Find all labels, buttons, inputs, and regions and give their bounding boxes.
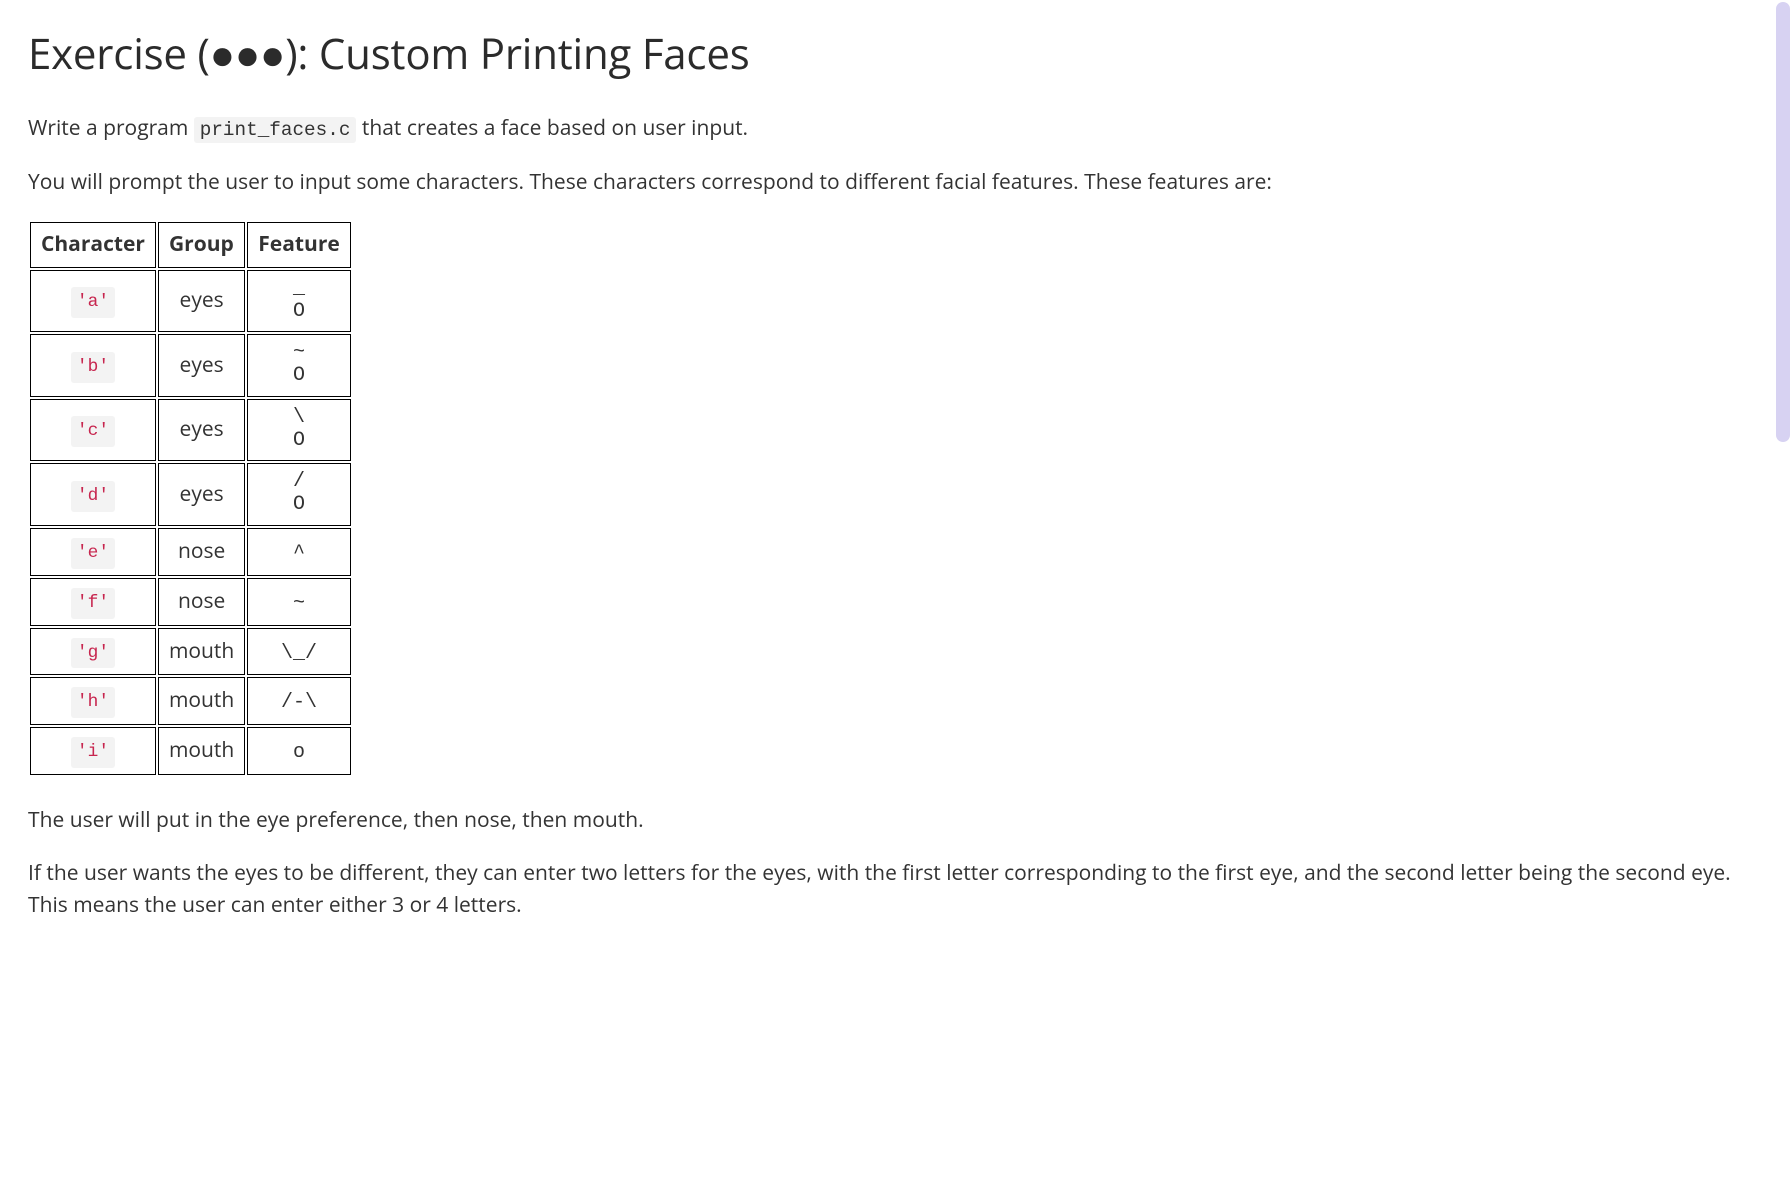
feature-glyph: \ O [293, 406, 305, 452]
intro-paragraph-2: You will prompt the user to input some c… [28, 167, 1764, 199]
table-row: 'd' eyes / O [30, 463, 351, 526]
cell-group: eyes [158, 270, 245, 333]
col-header-feature: Feature [247, 222, 350, 268]
char-code: 'e' [71, 538, 115, 569]
intro-paragraph-1: Write a program print_faces.c that creat… [28, 113, 1764, 145]
cell-feature: _ O [247, 270, 350, 333]
cell-character: 'd' [30, 463, 156, 526]
cell-feature: ^ [247, 528, 350, 576]
cell-group: mouth [158, 727, 245, 775]
table-row: 'h' mouth /-\ [30, 677, 351, 725]
cell-feature: / O [247, 463, 350, 526]
cell-character: 'b' [30, 334, 156, 397]
char-code: 'a' [71, 287, 115, 318]
table-row: 'a' eyes _ O [30, 270, 351, 333]
feature-glyph: _ O [293, 277, 305, 323]
feature-glyph: / O [293, 470, 305, 516]
filename-code: print_faces.c [194, 117, 357, 143]
intro-text-1a: Write a program [28, 114, 194, 142]
cell-feature: ~ [247, 578, 350, 626]
table-row: 'e' nose ^ [30, 528, 351, 576]
cell-character: 'i' [30, 727, 156, 775]
feature-glyph: o [293, 741, 305, 764]
char-code: 'i' [71, 737, 115, 768]
outro-paragraph-2: If the user wants the eyes to be differe… [28, 858, 1764, 921]
cell-group: nose [158, 528, 245, 576]
cell-group: eyes [158, 334, 245, 397]
cell-character: 'f' [30, 578, 156, 626]
cell-group: mouth [158, 628, 245, 676]
document-page: Exercise (●●●): Custom Printing Faces Wr… [0, 0, 1792, 983]
cell-feature: /-\ [247, 677, 350, 725]
scrollbar-thumb[interactable] [1776, 2, 1790, 442]
char-code: 'c' [71, 416, 115, 447]
feature-table: Character Group Feature 'a' eyes _ O 'b'… [28, 220, 353, 776]
cell-feature: \_/ [247, 628, 350, 676]
table-row: 'f' nose ~ [30, 578, 351, 626]
intro-text-1b: that creates a face based on user input. [356, 114, 748, 142]
page-title: Exercise (●●●): Custom Printing Faces [28, 22, 1764, 85]
table-row: 'b' eyes ~ O [30, 334, 351, 397]
cell-group: eyes [158, 399, 245, 462]
cell-group: mouth [158, 677, 245, 725]
table-row: 'g' mouth \_/ [30, 628, 351, 676]
table-row: 'i' mouth o [30, 727, 351, 775]
char-code: 'g' [71, 638, 115, 669]
col-header-group: Group [158, 222, 245, 268]
feature-glyph: /-\ [281, 691, 317, 714]
col-header-character: Character [30, 222, 156, 268]
cell-group: nose [158, 578, 245, 626]
cell-character: 'e' [30, 528, 156, 576]
cell-character: 'a' [30, 270, 156, 333]
feature-glyph: ~ O [293, 341, 305, 387]
feature-glyph: ~ [293, 592, 305, 615]
cell-feature: \ O [247, 399, 350, 462]
feature-glyph: \_/ [281, 642, 317, 665]
cell-group: eyes [158, 463, 245, 526]
outro-paragraph-1: The user will put in the eye preference,… [28, 805, 1764, 837]
cell-feature: o [247, 727, 350, 775]
cell-character: 'c' [30, 399, 156, 462]
table-header-row: Character Group Feature [30, 222, 351, 268]
char-code: 'd' [71, 481, 115, 512]
char-code: 'f' [71, 588, 115, 619]
cell-character: 'g' [30, 628, 156, 676]
feature-glyph: ^ [293, 542, 305, 565]
cell-feature: ~ O [247, 334, 350, 397]
char-code: 'h' [71, 687, 115, 718]
char-code: 'b' [71, 352, 115, 383]
cell-character: 'h' [30, 677, 156, 725]
table-row: 'c' eyes \ O [30, 399, 351, 462]
